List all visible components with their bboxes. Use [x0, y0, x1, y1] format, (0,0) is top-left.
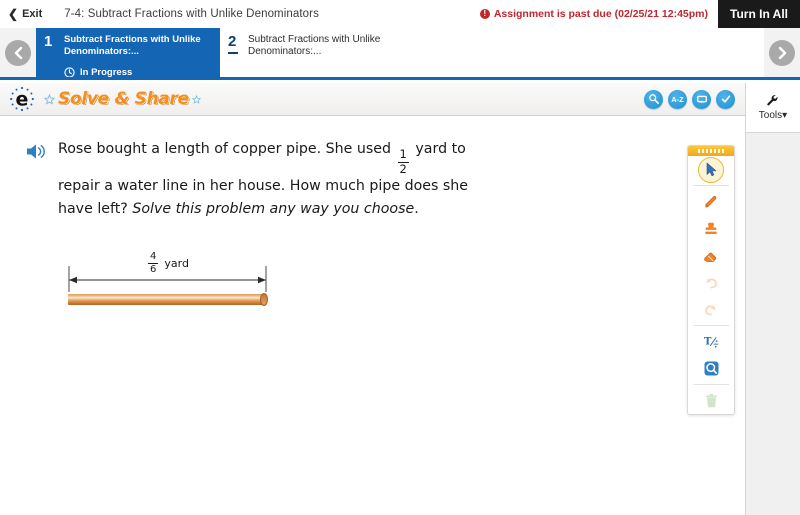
envision-logo-icon: e [8, 85, 36, 113]
activity-title-text: Solve & Share [58, 89, 189, 109]
tab-1-label: Subtract Fractions with Unlike Denominat… [64, 34, 201, 57]
lesson-title: 7-4: Subtract Fractions with Unlike Deno… [64, 8, 319, 20]
tab-2-dash [228, 52, 238, 54]
whiteboard-icon[interactable] [692, 89, 711, 109]
wrench-icon [767, 95, 778, 106]
top-bar: ❮ Exit 7-4: Subtract Fractions with Unli… [0, 0, 800, 28]
tab-1-status: In Progress [64, 67, 212, 77]
drawing-tool-palette[interactable]: T [687, 145, 735, 415]
copper-pipe-body [68, 294, 266, 305]
problem-statement: Rose bought a length of copper pipe. She… [26, 138, 486, 221]
problem-text: Rose bought a length of copper pipe. She… [58, 138, 486, 221]
pencil-tool[interactable] [688, 188, 734, 215]
stamp-tool[interactable] [688, 215, 734, 242]
chevron-left-icon [5, 39, 31, 66]
tab-1-status-label: In Progress [80, 67, 133, 77]
tool-search-icon[interactable] [644, 89, 663, 109]
handle-dot [710, 149, 712, 153]
app-root: ❮ Exit 7-4: Subtract Fractions with Unli… [0, 0, 800, 515]
handle-dot [718, 149, 720, 153]
audio-speaker-icon[interactable] [26, 143, 48, 160]
palette-divider [693, 384, 729, 385]
math-text-tool[interactable]: T [688, 328, 734, 355]
problem-line-3-italic: Solve this problem any way [132, 201, 329, 218]
clock-icon [64, 67, 75, 77]
fraction-denominator: 2 [399, 161, 407, 176]
redo-tool[interactable] [688, 296, 734, 323]
undo-tool[interactable] [688, 269, 734, 296]
exit-button[interactable]: ❮ Exit [8, 8, 42, 20]
turn-in-all-button[interactable]: Turn In All [718, 0, 800, 28]
chevron-right-icon [769, 39, 795, 66]
exit-label: Exit [22, 8, 43, 20]
solve-and-share-title: Solve & Share [44, 89, 201, 109]
check-icon[interactable] [716, 89, 735, 109]
palette-divider [693, 185, 729, 186]
tools-label: Tools [758, 110, 783, 121]
chevron-down-icon: ▾ [782, 110, 788, 121]
tab-1-number-wrap: 1 [44, 34, 60, 73]
star-icon-right [191, 94, 201, 104]
activity-canvas[interactable]: Rose bought a length of copper pipe. She… [0, 116, 745, 515]
problem-line-4-italic: you choose [333, 201, 415, 218]
tab-assignment-1[interactable]: 1 Subtract Fractions with Unlike Denomin… [36, 28, 220, 77]
copper-pipe-end-cap [260, 293, 268, 306]
prev-assignment-button[interactable] [0, 28, 36, 77]
past-due-status: ! Assignment is past due (02/25/21 12:45… [479, 8, 708, 20]
tab-2-label: Subtract Fractions with Unlike Denominat… [248, 34, 381, 57]
past-due-text: Assignment is past due (02/25/21 12:45pm… [493, 8, 708, 20]
handle-dot [698, 149, 700, 153]
svg-text:e: e [16, 89, 29, 111]
problem-line-1: Rose bought a length of copper pipe. She… [58, 141, 392, 157]
back-chevron-icon: ❮ [8, 7, 19, 21]
next-assignment-button[interactable] [764, 28, 800, 77]
tools-menu-button[interactable]: Tools▾ [745, 83, 800, 133]
tab-2-number: 2 [228, 33, 237, 50]
tab-2-body: Subtract Fractions with Unlike Denominat… [244, 34, 396, 73]
magnifier-tool[interactable] [688, 355, 734, 382]
handle-dot [702, 149, 704, 153]
tab-assignment-2[interactable]: 2 Subtract Fractions with Unlike Denomin… [220, 28, 404, 77]
dimension-arrow [68, 266, 267, 292]
fraction-numerator: 1 [399, 147, 407, 162]
tab-list: 1 Subtract Fractions with Unlike Denomin… [36, 28, 764, 77]
tab-2-number-wrap: 2 [228, 34, 244, 73]
star-icon-left [44, 93, 55, 105]
handle-dot [722, 149, 724, 153]
tab-1-body: Subtract Fractions with Unlike Denominat… [60, 34, 212, 77]
trash-tool[interactable] [688, 387, 734, 414]
tab-1-number: 1 [44, 33, 53, 50]
palette-drag-handle[interactable] [688, 146, 734, 156]
right-rail [745, 133, 800, 515]
fraction-one-half: 1 2 [397, 147, 409, 176]
problem-line-4-end: . [414, 201, 419, 218]
palette-divider [693, 325, 729, 326]
eraser-tool[interactable] [688, 242, 734, 269]
alert-icon: ! [479, 9, 490, 19]
select-arrow-tool[interactable] [688, 156, 734, 183]
tools-label-row: Tools▾ [759, 110, 787, 121]
top-bar-right: ! Assignment is past due (02/25/21 12:45… [479, 0, 800, 28]
handle-dot [706, 149, 708, 153]
assignment-tab-strip: 1 Subtract Fractions with Unlike Denomin… [0, 28, 800, 80]
activity-header-icons: A-Z [644, 89, 735, 109]
copper-pipe-diagram: 4 6 yard [60, 252, 275, 314]
handle-dot [714, 149, 716, 153]
activity-header: e Solve & Share A-Z [0, 83, 745, 116]
glossary-az-icon[interactable]: A-Z [668, 89, 687, 109]
